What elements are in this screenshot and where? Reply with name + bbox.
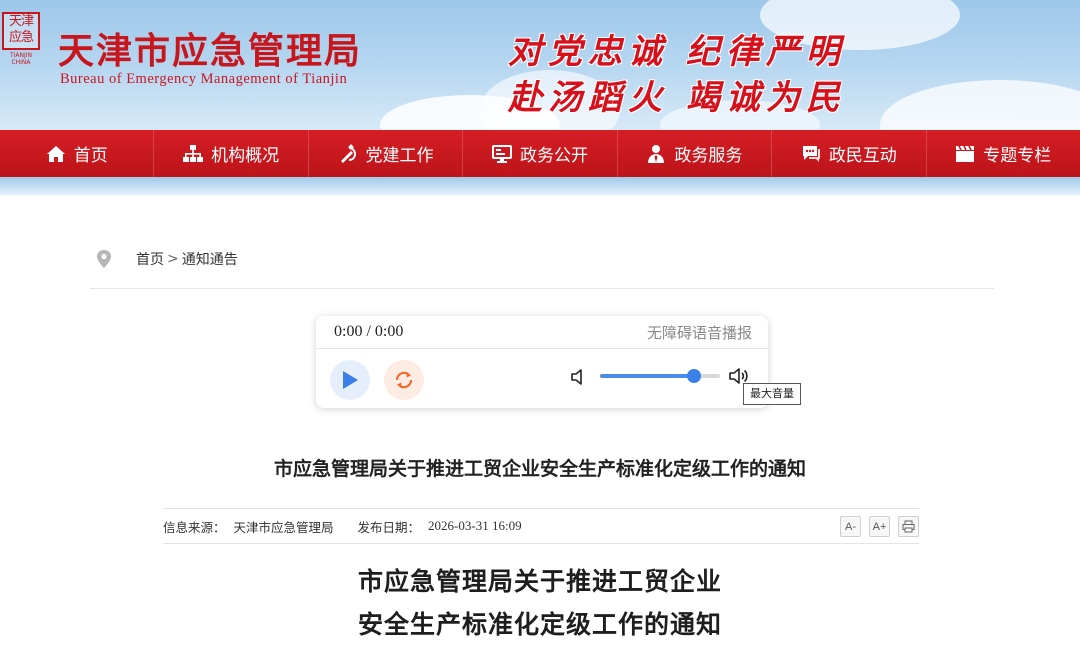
- meta-source: 天津市应急管理局: [233, 519, 334, 535]
- volume-slider[interactable]: [600, 369, 720, 383]
- volume-slider-knob[interactable]: [686, 369, 701, 383]
- breadcrumb-divider: [90, 288, 994, 289]
- volume-tooltip: 最大音量: [743, 383, 801, 405]
- person-service-icon: [648, 144, 665, 163]
- nav-item-interaction[interactable]: 政民互动: [772, 130, 927, 177]
- meta-date: 2026-03-31 16:09: [428, 518, 522, 533]
- print-icon: [902, 520, 915, 533]
- nav-item-label: 政务公开: [519, 146, 588, 166]
- main-nav: 首页 机构概况 党建工作 政务公开 政务服务 政民互动 专题专栏: [0, 130, 1080, 177]
- font-larger-label: A+: [872, 520, 887, 533]
- nav-item-org[interactable]: 机构概况: [154, 130, 309, 177]
- site-subtitle: Bureau of Emergency Management of Tianji…: [60, 71, 348, 87]
- nav-item-home[interactable]: 首页: [0, 130, 155, 177]
- font-smaller-button[interactable]: A-: [840, 516, 861, 537]
- site-title[interactable]: 天津市应急管理局: [58, 22, 362, 74]
- meta-tools: A- A+: [840, 516, 919, 537]
- meta-date-label: 发布日期：: [357, 519, 421, 535]
- breadcrumb: 首页 > 通知通告: [96, 248, 238, 270]
- party-emblem-icon: [340, 143, 356, 163]
- loop-icon: [395, 371, 413, 389]
- loop-button[interactable]: [384, 360, 424, 400]
- home-icon: [46, 145, 65, 162]
- banner-cloud: [880, 80, 1080, 130]
- play-button[interactable]: [330, 360, 370, 400]
- nav-item-label: 首页: [73, 146, 108, 166]
- location-pin-icon: [97, 250, 111, 268]
- chat-icon: [802, 145, 820, 162]
- doc-title-line-2: 安全生产标准化定级工作的通知: [357, 610, 722, 639]
- logo-seal-caption: TIANJIN CHINA: [9, 52, 33, 66]
- breadcrumb-home-link[interactable]: 首页: [136, 249, 164, 269]
- monitor-icon: [491, 144, 512, 163]
- player-label: 无障碍语音播报: [646, 323, 752, 342]
- volume-slider-fill: [600, 374, 694, 378]
- font-larger-button[interactable]: A+: [869, 516, 890, 537]
- breadcrumb-separator: >: [167, 251, 179, 267]
- nav-item-gov-service[interactable]: 政务服务: [618, 130, 773, 177]
- play-icon: [343, 371, 358, 389]
- header-banner: 天津 应急 TIANJIN CHINA 天津市应急管理局 Bureau of E…: [0, 0, 1080, 130]
- clapper-icon: [956, 145, 975, 162]
- nav-item-label: 专题专栏: [983, 146, 1052, 166]
- logo-seal[interactable]: 天津 应急: [2, 12, 40, 50]
- article-meta: 信息来源： 天津市应急管理局 发布日期： 2026-03-31 16:09 A-…: [163, 508, 919, 544]
- article-title: 市应急管理局关于推进工贸企业安全生产标准化定级工作的通知: [273, 458, 806, 480]
- nav-item-label: 党建工作: [365, 146, 434, 166]
- nav-item-topics[interactable]: 专题专栏: [927, 130, 1080, 177]
- player-header: 0:00 / 0:00 无障碍语音播报: [316, 316, 768, 349]
- speaker-mute-icon[interactable]: [570, 368, 588, 386]
- org-chart-icon: [183, 144, 204, 162]
- audio-player: 0:00 / 0:00 无障碍语音播报: [316, 316, 768, 408]
- nav-item-label: 机构概况: [211, 146, 280, 166]
- meta-source-label: 信息来源：: [163, 519, 226, 535]
- print-button[interactable]: [898, 516, 919, 537]
- slogan-line-1: 对党忠诚 纪律严明: [508, 32, 846, 72]
- nav-item-label: 政民互动: [828, 146, 897, 166]
- font-smaller-label: A-: [845, 520, 856, 533]
- doc-title-line-1: 市应急管理局关于推进工贸企业: [357, 567, 722, 596]
- nav-underband: [0, 177, 1080, 195]
- nav-item-label: 政务服务: [674, 146, 743, 166]
- nav-item-party[interactable]: 党建工作: [309, 130, 464, 177]
- breadcrumb-current-link[interactable]: 通知通告: [182, 249, 238, 269]
- player-time: 0:00 / 0:00: [334, 323, 404, 340]
- nav-item-gov-open[interactable]: 政务公开: [463, 130, 618, 177]
- slogan-line-2: 赴汤蹈火 竭诚为民: [508, 78, 846, 118]
